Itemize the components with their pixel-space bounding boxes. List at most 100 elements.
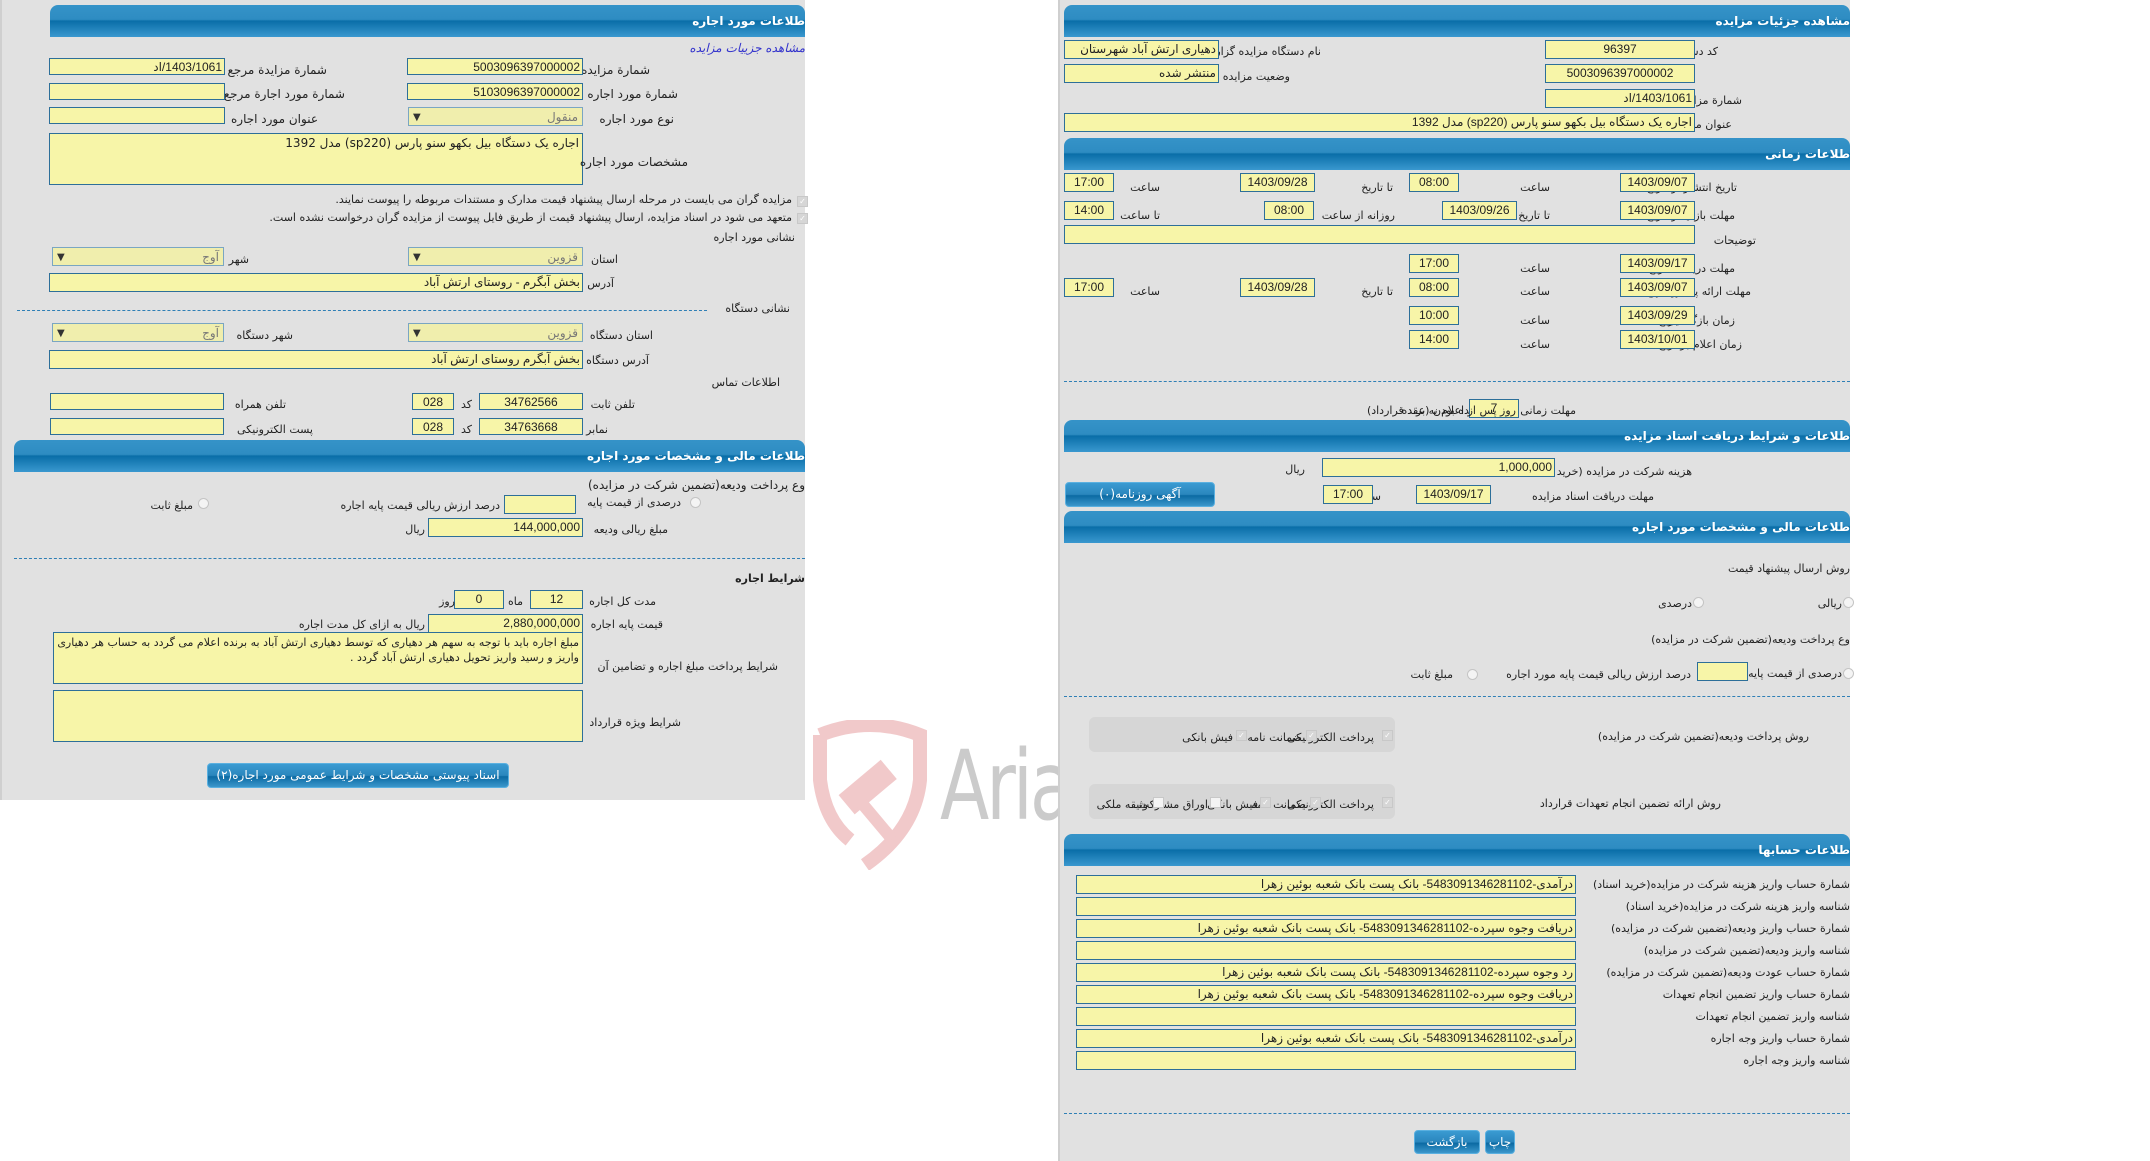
fixed-amount-radio[interactable] bbox=[1467, 669, 1478, 680]
account-value-field[interactable] bbox=[1076, 1051, 1576, 1070]
mobile-field[interactable] bbox=[50, 393, 224, 410]
days-field[interactable]: 0 bbox=[454, 590, 504, 609]
time-label: ساعت bbox=[1520, 338, 1550, 351]
email-field[interactable] bbox=[50, 418, 224, 435]
checkbox-icon[interactable]: ✓ bbox=[1236, 730, 1247, 741]
auction-no-field[interactable]: 5003096397000002 bbox=[1545, 64, 1695, 83]
payment-terms-textarea[interactable]: مبلغ اجاره باید با توجه به سهم هر دهیاری… bbox=[53, 632, 583, 684]
ref-no-field[interactable]: 1403/1061/اد bbox=[1545, 89, 1695, 108]
newspaper-ad-button[interactable]: آگهی روزنامه(۰) bbox=[1065, 482, 1215, 507]
publish-from-time[interactable]: 08:00 bbox=[1409, 173, 1459, 192]
fixed-amount-radio[interactable] bbox=[198, 498, 209, 509]
docs-header-title: طلاعات و شرایط دریافت اسناد مزایده bbox=[1624, 429, 1850, 443]
percent-base-field[interactable] bbox=[1697, 662, 1748, 681]
checkbox-icon[interactable]: ✓ bbox=[1306, 730, 1317, 741]
doc-deadline-date[interactable]: 1403/09/17 bbox=[1620, 254, 1695, 273]
time-label: ساعت bbox=[1520, 285, 1550, 298]
offer-to-time[interactable]: 17:00 bbox=[1064, 278, 1114, 297]
ref-auction-no-field[interactable]: 1403/1061/اد bbox=[49, 58, 225, 75]
auction-no-field[interactable]: 5003096397000002 bbox=[407, 58, 583, 75]
publish-to-date[interactable]: 1403/09/28 bbox=[1240, 173, 1315, 192]
account-value-field[interactable] bbox=[1076, 897, 1576, 916]
lease-specs-textarea[interactable]: اجاره یک دستگاه بیل بکهو سنو پارس (sp220… bbox=[49, 133, 583, 185]
checkbox-icon[interactable]: ✓ bbox=[797, 196, 808, 207]
attachments-button[interactable]: اسناد پیوستی مشخصات و شرایط عمومی مورد ا… bbox=[207, 763, 509, 788]
account-value-field[interactable]: درآمدی-5483091346281102- بانک پست بانک ش… bbox=[1076, 1029, 1576, 1048]
fax-field[interactable]: 34763668 bbox=[479, 418, 583, 435]
city-label: شهر bbox=[228, 253, 249, 266]
docs-header: طلاعات و شرایط دریافت اسناد مزایده bbox=[1064, 420, 1850, 452]
checkbox-icon[interactable]: ✓ bbox=[1382, 797, 1393, 808]
org-name-field[interactable]: دهیاری ارتش آباد شهرستان bbox=[1064, 40, 1219, 59]
opening-time[interactable]: 10:00 bbox=[1409, 306, 1459, 325]
offer-from-date[interactable]: 1403/09/07 bbox=[1620, 278, 1695, 297]
publish-from-date[interactable]: 1403/09/07 bbox=[1620, 173, 1695, 192]
auction-title-field[interactable]: اجاره یک دستگاه بیل بکهو سنو پارس (sp220… bbox=[1064, 113, 1695, 132]
print-button[interactable]: چاپ bbox=[1485, 1130, 1515, 1154]
rial-option-label: ریالی bbox=[1817, 597, 1842, 610]
winner-time[interactable]: 14:00 bbox=[1409, 330, 1459, 349]
visit-to-date[interactable]: 1403/09/26 bbox=[1442, 201, 1517, 220]
view-auction-details-link[interactable]: مشاهده جزییات مزایده bbox=[689, 41, 805, 55]
checkbox-icon[interactable] bbox=[1210, 797, 1221, 808]
acceptance-suffix: روز پس از اعلام به برنده bbox=[1401, 404, 1516, 417]
fee-field[interactable]: 1,000,000 bbox=[1322, 458, 1555, 477]
left-financial-header: طلاعات مالی و مشخصات مورد اجاره bbox=[14, 440, 805, 472]
auction-status-field[interactable]: منتشر شده bbox=[1064, 64, 1219, 83]
description-label: توضیحات bbox=[1713, 234, 1756, 247]
phone-code-field[interactable]: 028 bbox=[412, 393, 454, 410]
base-price-field[interactable]: 2,880,000,000 bbox=[428, 614, 583, 633]
visit-from-date[interactable]: 1403/09/07 bbox=[1620, 201, 1695, 220]
special-terms-textarea[interactable] bbox=[53, 690, 583, 742]
lease-item-no-field[interactable]: 5103096397000002 bbox=[407, 83, 583, 100]
city-select[interactable]: آوج ▼ bbox=[52, 247, 224, 266]
lease-type-select[interactable]: منقول ▼ bbox=[408, 107, 583, 126]
account-value-field[interactable]: درآمدی-5483091346281102- بانک پست بانک ش… bbox=[1076, 875, 1576, 894]
checkbox-icon[interactable]: ✓ bbox=[797, 213, 808, 224]
phone-field[interactable]: 34762566 bbox=[479, 393, 583, 410]
ref-lease-item-no-field[interactable] bbox=[49, 83, 225, 100]
months-field[interactable]: 12 bbox=[530, 590, 583, 609]
percent-radio[interactable] bbox=[1693, 597, 1704, 608]
section-divider bbox=[1064, 381, 1850, 382]
checkbox-icon[interactable]: ✓ bbox=[1382, 730, 1393, 741]
address-field[interactable]: بخش آبگرم - روستای ارتش آباد bbox=[49, 273, 583, 292]
percent-radio[interactable] bbox=[690, 497, 701, 508]
rial-radio[interactable] bbox=[1843, 597, 1854, 608]
doc-deadline-time[interactable]: 17:00 bbox=[1409, 254, 1459, 273]
checkbox-icon[interactable]: ✓ bbox=[1260, 797, 1271, 808]
fax-code-field[interactable]: 028 bbox=[412, 418, 454, 435]
deposit-amount-field[interactable]: 144,000,000 bbox=[428, 518, 583, 537]
opening-date[interactable]: 1403/09/29 bbox=[1620, 306, 1695, 325]
docs-deadline-date[interactable]: 1403/09/17 bbox=[1416, 485, 1491, 504]
account-value-field[interactable]: دریافت وجوه سپرده-5483091346281102- بانک… bbox=[1076, 985, 1576, 1004]
visit-daily-from-time[interactable]: 08:00 bbox=[1264, 201, 1314, 220]
deposit-amount-label: مبلغ ریالی ودیعه bbox=[593, 523, 668, 536]
offer-to-date[interactable]: 1403/09/28 bbox=[1240, 278, 1315, 297]
device-city-select[interactable]: آوج ▼ bbox=[52, 323, 224, 342]
timing-header: طلاعات زمانی bbox=[1064, 138, 1850, 170]
docs-deadline-time[interactable]: 17:00 bbox=[1323, 485, 1373, 504]
offer-from-time[interactable]: 08:00 bbox=[1409, 278, 1459, 297]
lease-title-field[interactable] bbox=[49, 107, 225, 124]
org-code-field[interactable]: 96397 bbox=[1545, 40, 1695, 59]
device-province-select[interactable]: قزوین ▼ bbox=[408, 323, 583, 342]
device-province-value: قزوین bbox=[547, 326, 578, 340]
percent-field[interactable] bbox=[504, 495, 576, 514]
account-value-field[interactable]: رد وجوه سپرده-5483091346281102- بانک پست… bbox=[1076, 963, 1576, 982]
device-address-field[interactable]: بخش آبگرم روستای ارتش آباد bbox=[49, 350, 583, 369]
account-value-field[interactable] bbox=[1076, 1007, 1576, 1026]
description-field[interactable] bbox=[1064, 225, 1695, 244]
province-select[interactable]: قزوین ▼ bbox=[408, 247, 583, 266]
email-label: پست الکترونیکی bbox=[237, 423, 313, 436]
checkbox-icon[interactable]: ✓ bbox=[1310, 797, 1321, 808]
account-value-field[interactable] bbox=[1076, 941, 1576, 960]
back-button[interactable]: بازگشت bbox=[1414, 1130, 1480, 1154]
fee-unit: ریال bbox=[1285, 463, 1305, 476]
account-value-field[interactable]: دریافت وجوه سپرده-5483091346281102- بانک… bbox=[1076, 919, 1576, 938]
percent-base-radio[interactable] bbox=[1843, 668, 1854, 679]
winner-date[interactable]: 1403/10/01 bbox=[1620, 330, 1695, 349]
checkbox-icon[interactable] bbox=[1153, 797, 1164, 808]
visit-until-time[interactable]: 14:00 bbox=[1064, 201, 1114, 220]
publish-to-time[interactable]: 17:00 bbox=[1064, 173, 1114, 192]
